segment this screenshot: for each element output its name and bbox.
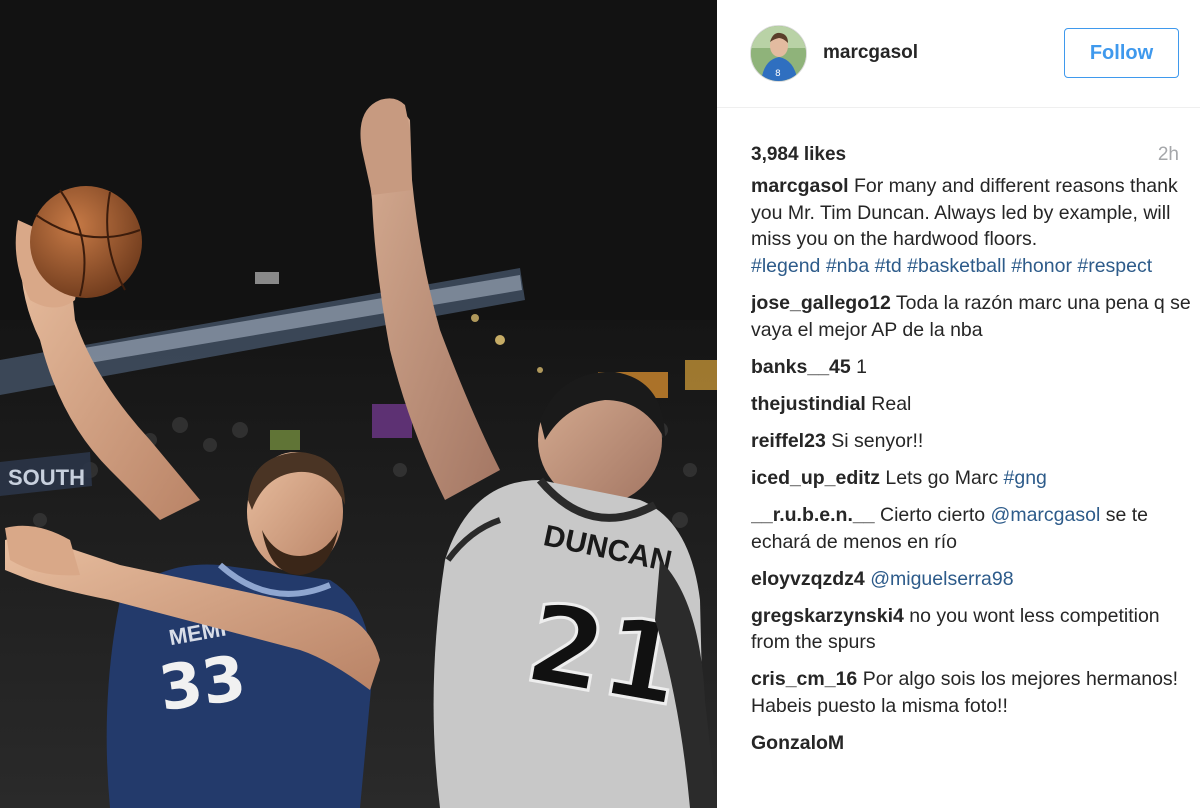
banner-text: SOUTH xyxy=(8,465,85,490)
comment-item: __r.u.b.e.n.__ Cierto cierto @marcgasol … xyxy=(751,502,1191,555)
avatar[interactable]: 8 xyxy=(750,25,807,82)
comment-username[interactable]: jose_gallego12 xyxy=(751,292,891,314)
photo-illustration: SOUTH 33 MEMPHIS DUNCAN 21 xyxy=(0,0,717,808)
comment-username[interactable]: GonzaloM xyxy=(751,732,844,754)
avatar-image: 8 xyxy=(751,26,806,81)
comment-text: Si senyor!! xyxy=(831,429,924,452)
jersey-number-left: 33 xyxy=(154,641,250,725)
comment-item: banks__45 1 xyxy=(751,354,1191,381)
caption-username[interactable]: marcgasol xyxy=(751,176,849,197)
comment-item: iced_up_editz Lets go Marc #gng xyxy=(751,465,1191,492)
comment-item: GonzaloM xyxy=(751,730,1191,757)
comment-item: gregskarzynski4 no you wont less competi… xyxy=(751,603,1191,656)
avatar-jersey-number: 8 xyxy=(775,69,781,79)
comment-username[interactable]: iced_up_editz xyxy=(751,467,880,489)
comment-mention[interactable]: @miguelserra98 xyxy=(870,568,1013,590)
comment-username[interactable]: cris_cm_16 xyxy=(751,668,857,690)
caption: marcgasol For many and different reasons… xyxy=(751,176,1191,280)
comment-text: 1 xyxy=(856,355,868,378)
post-timestamp[interactable]: 2h xyxy=(1158,144,1179,166)
caption-hashtags[interactable]: #legend #nba #td #basketball #honor #res… xyxy=(751,255,1152,277)
likes-row: 3,984 likes 2h xyxy=(751,142,1179,170)
post-username[interactable]: marcgasol xyxy=(823,42,918,64)
comment-username[interactable]: reiffel23 xyxy=(751,430,826,452)
comment-username[interactable]: banks__45 xyxy=(751,356,851,378)
basketball xyxy=(30,186,142,298)
comment-text: Cierto cierto xyxy=(879,503,986,526)
comments-list[interactable]: marcgasol For many and different reasons… xyxy=(751,176,1191,808)
comment-username[interactable]: thejustindial xyxy=(751,393,866,415)
comment-hashtag[interactable]: #gng xyxy=(1004,467,1047,489)
comment-text: Real xyxy=(871,392,912,415)
likes-count[interactable]: 3,984 likes xyxy=(751,144,846,166)
follow-button[interactable]: Follow xyxy=(1064,28,1179,78)
comment-username[interactable]: eloyvzqzdz4 xyxy=(751,568,865,590)
comment-mention[interactable]: @marcgasol xyxy=(991,504,1101,526)
comment-item: eloyvzqzdz4 @miguelserra98 xyxy=(751,566,1191,593)
post-sidebar: 8 marcgasol Follow 3,984 likes 2h marcga… xyxy=(717,0,1200,808)
comment-item: thejustindial Real xyxy=(751,391,1191,418)
post-header: 8 marcgasol Follow xyxy=(717,0,1200,108)
comment-item: jose_gallego12 Toda la razón marc una pe… xyxy=(751,290,1191,343)
post-photo[interactable]: SOUTH 33 MEMPHIS DUNCAN 21 xyxy=(0,0,717,808)
comment-username[interactable]: __r.u.b.e.n.__ xyxy=(751,504,875,526)
comment-text: Lets go Marc xyxy=(885,466,999,489)
comment-item: reiffel23 Si senyor!! xyxy=(751,428,1191,455)
comment-item: cris_cm_16 Por algo sois los mejores her… xyxy=(751,666,1191,719)
comment-username[interactable]: gregskarzynski4 xyxy=(751,605,904,627)
